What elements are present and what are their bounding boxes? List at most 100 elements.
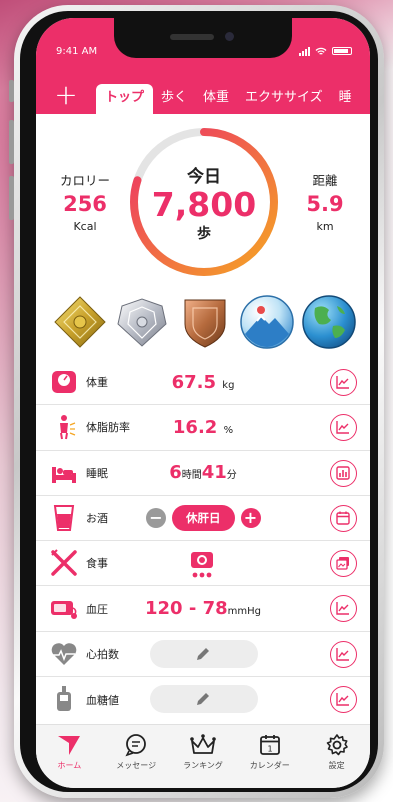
wifi-icon xyxy=(315,47,327,55)
mountain-badge-icon[interactable] xyxy=(239,294,295,350)
pencil-icon xyxy=(197,693,209,706)
body-fat-value: 16.2 xyxy=(172,416,218,438)
nav-messages[interactable]: メッセージ xyxy=(103,725,169,788)
calorie-label: カロリー xyxy=(59,173,110,188)
liver-rest-day-button[interactable]: 休肝日 xyxy=(172,504,235,531)
battery-icon xyxy=(332,47,352,55)
alcohol-calendar-button[interactable] xyxy=(330,504,357,532)
gear-icon xyxy=(326,734,348,756)
globe-badge-icon[interactable] xyxy=(301,294,357,350)
heart-rate-chart-button[interactable] xyxy=(330,640,357,668)
badge-list xyxy=(52,294,357,354)
calorie-summary: カロリー 256 Kcal xyxy=(50,170,120,233)
steps-label: 今日 xyxy=(187,166,221,187)
nav-settings-label: 設定 xyxy=(328,761,345,770)
home-arrow-icon xyxy=(58,736,81,755)
calorie-unit: Kcal xyxy=(73,220,97,233)
heart-rate-row[interactable]: 心拍数 xyxy=(36,632,370,678)
alcohol-row: お酒 − 休肝日 + xyxy=(36,496,370,542)
sleep-row[interactable]: 睡眠 6時間41分 xyxy=(36,451,370,496)
line-chart-icon xyxy=(336,602,349,616)
photos-icon xyxy=(336,557,349,570)
meal-label: 食事 xyxy=(86,557,108,571)
meal-row[interactable]: 食事 xyxy=(36,541,370,587)
health-records: 体重 67.5 kg 体脂肪率 16.2 % 睡眠 6時間41分 お酒 − 休肝… xyxy=(36,360,370,722)
volume-up-button xyxy=(9,120,14,164)
alcohol-controls: − 休肝日 + xyxy=(146,504,261,531)
blood-sugar-row[interactable]: 血糖値 xyxy=(36,677,370,722)
notch xyxy=(114,18,292,58)
line-chart-icon xyxy=(336,647,349,661)
heart-rate-input[interactable] xyxy=(150,639,258,668)
line-chart-icon xyxy=(336,693,349,706)
alcohol-increase-button[interactable]: + xyxy=(240,507,261,528)
nav-ranking-label: ランキング xyxy=(183,761,223,770)
sleep-minutes-unit: 分 xyxy=(226,470,237,482)
weight-row[interactable]: 体重 67.5 kg xyxy=(36,360,370,406)
distance-label: 距離 xyxy=(312,173,338,188)
volume-down-button xyxy=(9,176,14,220)
nav-settings[interactable]: 設定 xyxy=(304,725,370,788)
heart-rate-icon xyxy=(51,642,77,665)
pencil-icon xyxy=(197,647,209,660)
crown-icon xyxy=(190,734,216,754)
tab-top[interactable]: トップ xyxy=(96,84,154,114)
tab-sleep[interactable]: 睡 xyxy=(331,84,360,114)
meal-photos-button[interactable] xyxy=(330,550,357,578)
sleep-hours: 6 xyxy=(169,462,182,484)
glucose-meter-icon xyxy=(57,686,71,712)
steps-unit: 歩 xyxy=(197,225,211,242)
distance-value: 5.9 xyxy=(306,192,344,216)
tab-walk[interactable]: 歩く xyxy=(153,84,195,114)
steps-summary: 今日 7,800 歩 xyxy=(126,124,282,280)
blood-pressure-value: 120 - 78 xyxy=(145,598,228,620)
distance-summary: 距離 5.9 km xyxy=(290,170,360,233)
fork-knife-icon xyxy=(51,549,77,576)
gold-badge-icon[interactable] xyxy=(52,294,108,350)
bronze-badge-icon[interactable] xyxy=(177,294,233,350)
blood-sugar-input[interactable] xyxy=(150,685,258,714)
status-icons xyxy=(299,46,352,56)
blood-pressure-row[interactable]: 血圧 120 - 78mmHg xyxy=(36,586,370,632)
sleep-minutes: 41 xyxy=(201,462,227,484)
weight-unit: kg xyxy=(222,379,235,391)
calendar-icon: 1 xyxy=(259,735,280,755)
message-icon xyxy=(125,734,147,757)
camera-icon[interactable] xyxy=(186,548,218,580)
alcohol-decrease-button[interactable]: − xyxy=(146,507,166,528)
sleep-hours-unit: 時間 xyxy=(181,470,202,482)
nav-messages-label: メッセージ xyxy=(116,761,157,770)
nav-calendar[interactable]: 1 カレンダー xyxy=(237,725,303,788)
nav-home[interactable]: ホーム xyxy=(36,725,102,788)
body-fat-unit: % xyxy=(223,424,234,436)
nav-ranking[interactable]: ランキング xyxy=(170,725,236,788)
tab-weight[interactable]: 体重 xyxy=(195,84,237,114)
tab-bar: + トップ 歩く 体重 エクササイズ 睡 xyxy=(36,80,370,114)
heart-rate-label: 心拍数 xyxy=(86,647,119,661)
daily-summary: カロリー 256 Kcal 今日 7,800 歩 距離 5.9 km xyxy=(36,114,370,292)
body-fat-row[interactable]: 体脂肪率 16.2 % xyxy=(36,405,370,451)
line-chart-icon xyxy=(336,421,349,434)
weight-chart-button[interactable] xyxy=(330,369,357,396)
bottom-navigation: ホーム メッセージ ランキング 1 カレンダー 設定 xyxy=(36,724,370,788)
line-chart-icon xyxy=(336,376,349,389)
distance-unit: km xyxy=(316,220,334,233)
signal-icon xyxy=(299,46,310,56)
tab-exercise[interactable]: エクササイズ xyxy=(237,84,331,114)
calorie-value: 256 xyxy=(63,192,107,216)
add-button[interactable]: + xyxy=(36,80,96,114)
calendar-day: 1 xyxy=(267,745,272,754)
nav-calendar-label: カレンダー xyxy=(249,761,290,770)
status-time: 9:41 AM xyxy=(56,45,98,57)
blood-pressure-unit: mmHg xyxy=(227,606,261,618)
sleep-chart-button[interactable] xyxy=(330,459,357,487)
blood-sugar-chart-button[interactable] xyxy=(330,686,357,714)
calendar-icon xyxy=(336,511,350,525)
nav-home-label: ホーム xyxy=(57,761,82,770)
blood-sugar-label: 血糖値 xyxy=(86,693,119,707)
weight-value: 67.5 xyxy=(171,371,216,393)
silver-badge-icon[interactable] xyxy=(114,294,170,350)
bar-chart-icon xyxy=(336,465,350,480)
steps-value: 7,800 xyxy=(151,184,257,224)
alcohol-label: お酒 xyxy=(86,512,108,526)
